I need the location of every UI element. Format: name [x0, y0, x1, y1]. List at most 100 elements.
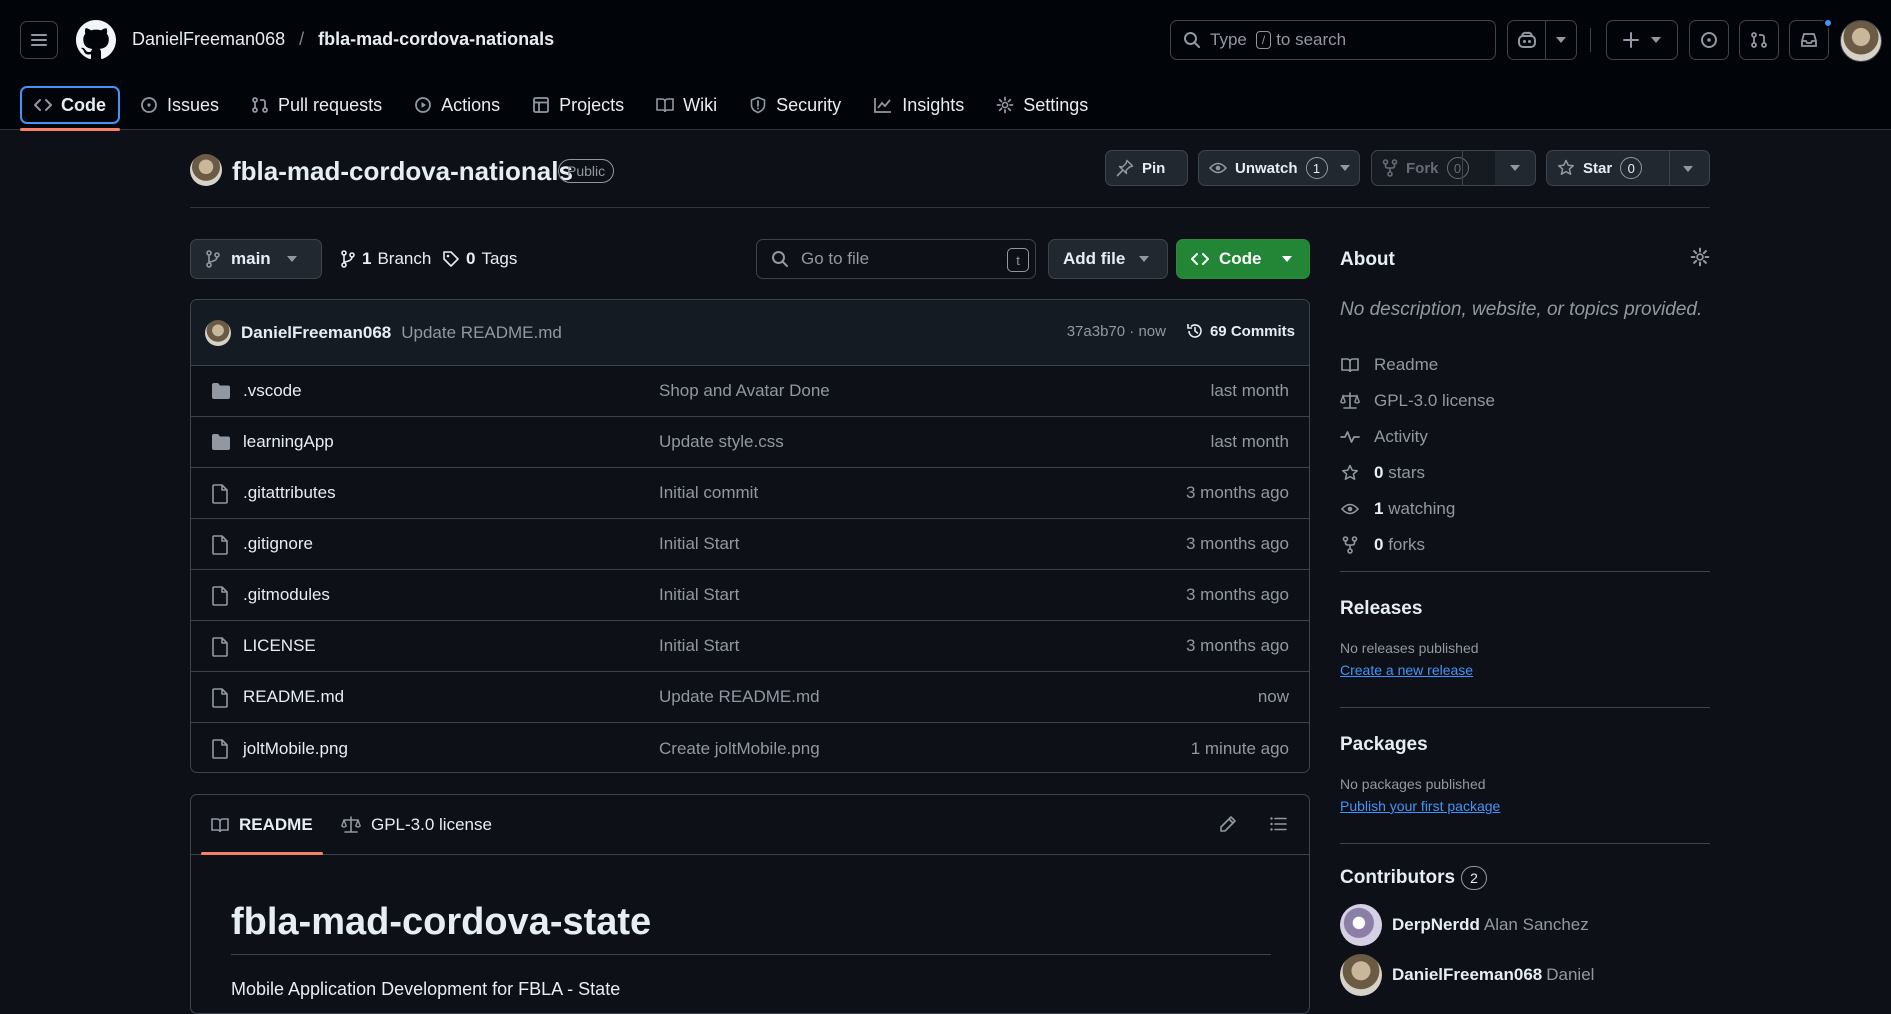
table-row[interactable]: .gitignore Initial Start 3 months ago	[191, 519, 1309, 570]
repo-title[interactable]: fbla-mad-cordova-nationals	[232, 156, 573, 187]
file-commit-message[interactable]: Create joltMobile.png	[659, 739, 820, 759]
pencil-icon[interactable]	[1219, 815, 1237, 833]
file-commit-message[interactable]: Initial Start	[659, 636, 739, 656]
chevron-down-icon[interactable]	[1683, 166, 1693, 172]
fork-dropdown-button[interactable]	[1495, 150, 1536, 186]
about-item-text: Readme	[1374, 355, 1439, 374]
branches-link[interactable]: 1 Branch	[340, 249, 431, 269]
contributor-avatar[interactable]	[1340, 954, 1382, 996]
packages-title[interactable]: Packages	[1340, 734, 1710, 756]
forks-link[interactable]: 0 forks	[1340, 527, 1495, 563]
history-icon	[1186, 322, 1204, 340]
file-name-link[interactable]: .gitmodules	[243, 585, 330, 605]
watch-button[interactable]: Unwatch 1	[1198, 150, 1360, 186]
file-name-link[interactable]: joltMobile.png	[243, 739, 348, 759]
watch-count: 1	[1305, 157, 1328, 179]
header-top-row: DanielFreeman068 / fbla-mad-cordova-nati…	[0, 0, 1891, 82]
contributor-avatar[interactable]	[1340, 904, 1382, 946]
pin-label: Pin	[1142, 159, 1166, 177]
tab-issues[interactable]: Issues	[128, 86, 231, 124]
tab-license[interactable]: GPL-3.0 license	[341, 815, 492, 835]
repo-owner-avatar[interactable]	[190, 154, 222, 186]
publish-package-link[interactable]: Publish your first package	[1340, 798, 1710, 814]
file-commit-date: last month	[1210, 432, 1289, 451]
contributor-login[interactable]: DerpNerdd	[1392, 915, 1480, 935]
tab-settings[interactable]: Settings	[984, 86, 1100, 124]
table-row[interactable]: .gitattributes Initial commit 3 months a…	[191, 468, 1309, 519]
commit-sha-time[interactable]: 37a3b70 · now	[1067, 323, 1166, 340]
table-row[interactable]: learningApp Update style.css last month	[191, 417, 1309, 468]
readme-panel: README GPL-3.0 license fbla-mad-cordova-…	[190, 794, 1310, 1014]
file-commit-message[interactable]: Update README.md	[659, 687, 820, 707]
commit-author-link[interactable]: DanielFreeman068	[241, 323, 391, 343]
contributor-item[interactable]: DanielFreeman068 Daniel	[1340, 950, 1710, 1000]
tab-label: Code	[61, 94, 106, 115]
file-commit-message[interactable]: Initial commit	[659, 483, 758, 503]
commit-author-avatar[interactable]	[205, 319, 231, 346]
file-commit-message[interactable]: Update style.css	[659, 432, 784, 452]
stars-link[interactable]: 0 stars	[1340, 455, 1495, 491]
tab-actions[interactable]: Actions	[402, 86, 512, 124]
breadcrumb-owner-link[interactable]: DanielFreeman068	[132, 29, 285, 50]
table-row[interactable]: .vscode Shop and Avatar Done last month	[191, 366, 1309, 417]
releases-title[interactable]: Releases	[1340, 598, 1710, 620]
file-commit-message[interactable]: Shop and Avatar Done	[659, 381, 830, 401]
star-button[interactable]: Star 0	[1546, 150, 1710, 186]
releases-empty-text: No releases published	[1340, 640, 1479, 656]
file-toolbar: main 1 Branch 0 Tags Go to file t Add fi…	[190, 239, 1310, 279]
file-name-link[interactable]: learningApp	[243, 432, 334, 452]
contributor-login[interactable]: DanielFreeman068	[1392, 965, 1542, 985]
tab-label: Actions	[441, 94, 501, 115]
tab-projects[interactable]: Projects	[520, 86, 636, 124]
list-icon[interactable]	[1269, 815, 1287, 833]
menu-button[interactable]	[20, 21, 58, 59]
search-shortcut-key: /	[1255, 31, 1272, 49]
copilot-button[interactable]	[1507, 20, 1577, 60]
create-new-button[interactable]	[1606, 20, 1678, 60]
activity-link[interactable]: Activity	[1340, 419, 1495, 455]
table-row[interactable]: .gitmodules Initial Start 3 months ago	[191, 570, 1309, 621]
tab-wiki[interactable]: Wiki	[644, 86, 729, 124]
file-name-link[interactable]: .gitignore	[243, 534, 313, 554]
user-avatar[interactable]	[1840, 20, 1882, 62]
readme-heading: fbla-mad-cordova-state	[231, 901, 1271, 955]
table-row[interactable]: LICENSE Initial Start 3 months ago	[191, 621, 1309, 672]
book-icon	[656, 96, 674, 114]
search-icon	[1183, 31, 1201, 49]
readme-link[interactable]: Readme	[1340, 347, 1495, 383]
code-dropdown-button[interactable]: Code	[1176, 239, 1310, 279]
go-to-file-input[interactable]: Go to file t	[756, 239, 1036, 279]
tab-insights[interactable]: Insights	[861, 86, 976, 124]
file-commit-message[interactable]: Initial Start	[659, 534, 739, 554]
license-link[interactable]: GPL-3.0 license	[1340, 383, 1495, 419]
gear-icon[interactable]	[1690, 247, 1710, 267]
tab-security[interactable]: Security	[737, 86, 853, 124]
file-name-link[interactable]: .gitattributes	[243, 483, 336, 503]
table-row[interactable]: joltMobile.png Create joltMobile.png 1 m…	[191, 723, 1309, 772]
breadcrumb-repo-link[interactable]: fbla-mad-cordova-nationals	[318, 29, 554, 50]
commits-history-link[interactable]: 69 Commits	[1186, 322, 1295, 340]
issues-button[interactable]	[1689, 20, 1729, 60]
file-name-link[interactable]: .vscode	[243, 381, 302, 401]
folder-icon	[211, 433, 231, 451]
global-search-input[interactable]: Type / to search	[1170, 20, 1496, 60]
branch-selector[interactable]: main	[190, 239, 322, 279]
commit-message-link[interactable]: Update README.md	[401, 323, 562, 343]
file-name-link[interactable]: README.md	[243, 687, 344, 707]
tab-pull-requests[interactable]: Pull requests	[239, 86, 394, 124]
tab-readme[interactable]: README	[201, 815, 323, 855]
pin-button[interactable]: Pin	[1105, 150, 1188, 186]
contributors-title[interactable]: Contributors 2	[1340, 866, 1710, 890]
pull-requests-button[interactable]	[1739, 20, 1779, 60]
tags-link[interactable]: 0 Tags	[442, 249, 517, 269]
watching-link[interactable]: 1 watching	[1340, 491, 1495, 527]
file-name-link[interactable]: LICENSE	[243, 636, 316, 656]
github-logo-icon[interactable]	[76, 20, 116, 60]
file-commit-message[interactable]: Initial Start	[659, 585, 739, 605]
tab-code[interactable]: Code	[20, 86, 120, 131]
create-release-link[interactable]: Create a new release	[1340, 662, 1710, 678]
fork-button[interactable]: Fork 0	[1371, 150, 1508, 186]
table-row[interactable]: README.md Update README.md now	[191, 672, 1309, 723]
contributor-item[interactable]: DerpNerdd Alan Sanchez	[1340, 900, 1710, 950]
add-file-button[interactable]: Add file	[1048, 239, 1168, 279]
